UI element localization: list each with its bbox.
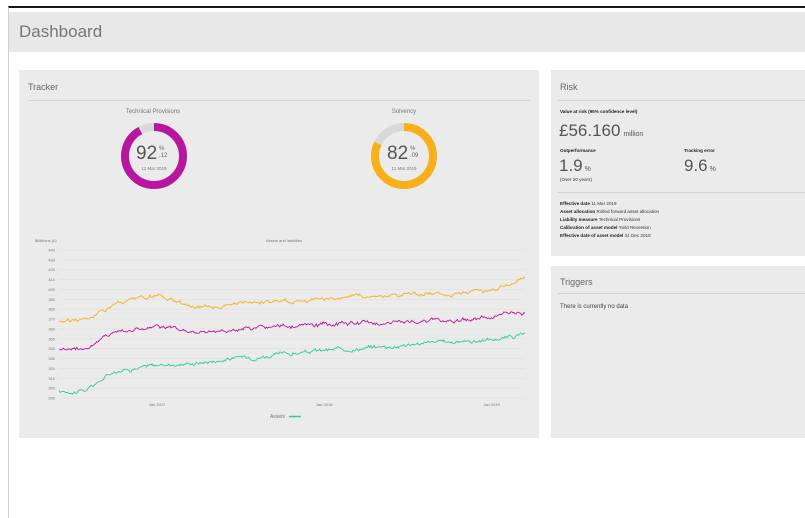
y-tick-label: 300 (48, 386, 55, 391)
chart-title: Assets and liabilities (266, 238, 302, 243)
tracking-value: 9.6 (684, 156, 708, 175)
outperformance-value: 1.9 (559, 156, 583, 175)
x-tick-label: Jan 2019 (483, 402, 500, 407)
outperformance-sub: (Over 20 years) (560, 177, 592, 182)
y-tick-label: 440 (48, 248, 55, 253)
solvency-date: 11 Mar 2019 (391, 166, 417, 171)
triggers-title: Triggers (560, 277, 593, 287)
x-tick-label: Jan 2018 (316, 402, 333, 407)
y-tick-label: 360 (48, 326, 55, 331)
tracking-row: 9.6% (684, 156, 716, 176)
page-title: Dashboard (19, 22, 103, 41)
series-line (58, 332, 526, 395)
detail-liability-measure: Liability measure Technical Provisions (560, 217, 641, 222)
y-tick-label: 390 (48, 297, 55, 302)
y-tick-label: 370 (48, 317, 55, 322)
technical-provisions-decimal: .12 (159, 153, 168, 159)
tracking-unit: % (709, 166, 716, 173)
y-tick-label: 380 (48, 307, 55, 312)
risk-title: Risk (560, 82, 578, 92)
series-line (58, 311, 526, 351)
outperformance-label: Outperformance (560, 148, 596, 153)
technical-provisions-title: Technical Provisions (125, 109, 181, 115)
triggers-divider (558, 293, 805, 294)
var-value: £56.160 (559, 121, 621, 140)
outperformance-unit: % (584, 166, 591, 173)
tracking-label: Tracking error (684, 148, 715, 153)
chart-ylabel: $Millions (£) (35, 238, 57, 243)
risk-panel: Risk Value at risk (95% confidence level… (551, 70, 805, 256)
tracker-divider (28, 100, 530, 101)
series-line (58, 276, 526, 324)
y-tick-label: 320 (48, 366, 55, 371)
page-header: Dashboard (9, 12, 805, 52)
risk-divider-2 (558, 192, 805, 193)
tracker-title: Tracker (28, 82, 59, 92)
technical-provisions-value: 92 (136, 143, 158, 164)
y-tick-label: 420 (48, 267, 55, 272)
technical-provisions-percent: % (159, 146, 165, 152)
outperformance-row: 1.9% (559, 156, 591, 176)
solvency-percent: % (410, 146, 416, 152)
legend-label[interactable]: Assets (270, 414, 286, 420)
technical-provisions-date: 11 Mar 2019 (141, 166, 167, 171)
detail-asset-allocation: Asset allocation Rolled forward asset al… (560, 209, 660, 214)
var-unit: million (623, 131, 644, 138)
y-tick-label: 400 (48, 287, 55, 292)
solvency-value: 82 (387, 143, 409, 164)
y-tick-label: 340 (48, 346, 55, 351)
risk-divider (558, 100, 805, 101)
detail-asset-model-date: Effective date of asset model 31 Dec 201… (560, 233, 651, 238)
var-value-row: £56.160 million (559, 121, 643, 141)
solvency-title: Solvency (391, 109, 417, 115)
detail-effective-date: Effective date 11 Mar 2019 (560, 201, 617, 206)
triggers-empty-text: There is currently no data (560, 304, 629, 310)
y-tick-label: 310 (48, 376, 55, 381)
x-tick-label: Jan 2017 (149, 402, 166, 407)
solvency-decimal: .09 (410, 153, 419, 159)
y-tick-label: 410 (48, 277, 55, 282)
y-tick-label: 430 (48, 257, 55, 262)
detail-calibration: Calibration of asset model Yield Reversi… (560, 225, 651, 230)
assets-liabilities-chart: $Millions (£) Assets and liabilities 290… (35, 238, 526, 420)
tracker-panel: Tracker Technical Provisions 92 % .12 11… (19, 70, 539, 438)
var-label: Value at risk (95% confidence level) (560, 109, 638, 114)
triggers-panel: Triggers There is currently no data (551, 266, 805, 438)
y-tick-label: 350 (48, 336, 55, 341)
y-tick-label: 290 (48, 396, 55, 401)
y-tick-label: 330 (48, 356, 55, 361)
